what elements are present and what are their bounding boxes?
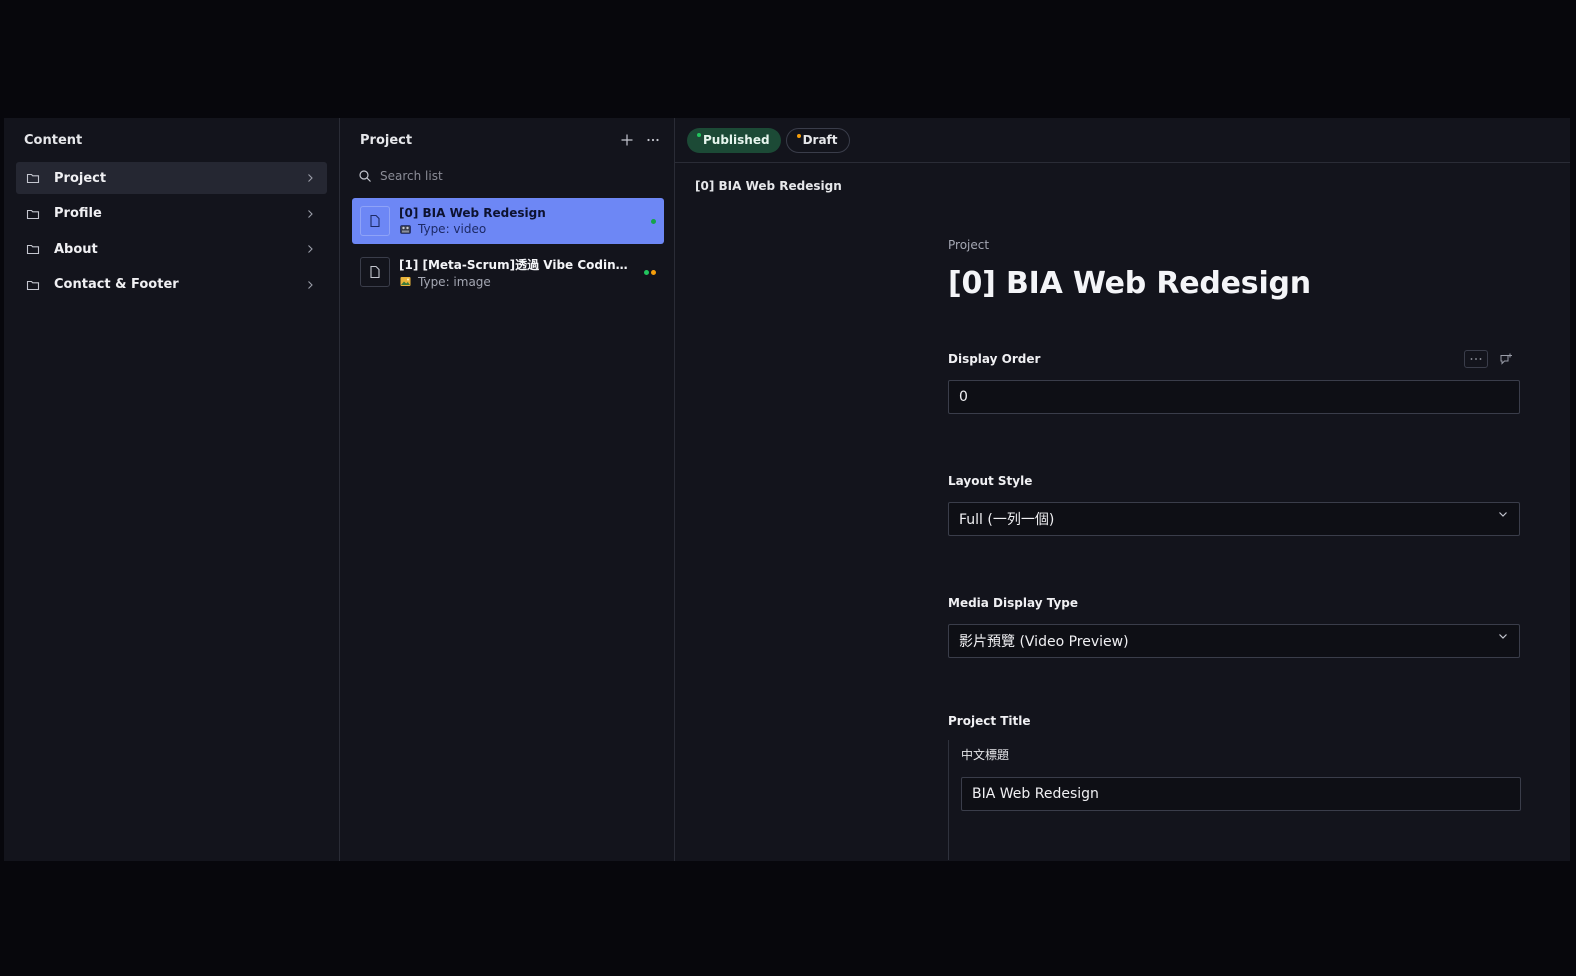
field-more-button[interactable] — [1464, 350, 1488, 368]
search-bar — [352, 162, 664, 190]
studio-app: Content Project Profile About Contact & … — [4, 118, 1570, 861]
nav-item-contact-footer[interactable]: Contact & Footer — [16, 269, 327, 301]
chinese-title-value: BIA Web Redesign — [972, 786, 1099, 802]
media-display-type-label: Media Display Type — [948, 596, 1079, 610]
display-order-input[interactable]: 0 — [948, 380, 1520, 414]
nav-item-label: Project — [54, 170, 107, 186]
layout-style-label: Layout Style — [948, 474, 1033, 488]
nav-item-label: Profile — [54, 206, 102, 221]
comment-add-icon[interactable] — [1494, 350, 1518, 368]
draft-tab[interactable]: Draft — [785, 127, 850, 153]
nav-item-project[interactable]: Project — [16, 162, 327, 194]
draft-label: Draft — [802, 133, 838, 147]
document-pane: Published Draft [0] BIA Web Redesign Pro… — [675, 118, 1570, 861]
field-actions — [1464, 350, 1518, 368]
project-title-label: Project Title — [948, 714, 1031, 728]
list-item-project-0[interactable]: [0] BIA Web Redesign Type: video — [352, 198, 664, 244]
plus-icon[interactable] — [616, 129, 638, 151]
chinese-title-input[interactable]: BIA Web Redesign — [961, 777, 1521, 811]
display-order-value: 0 — [959, 389, 968, 405]
folder-icon — [26, 207, 40, 221]
project-title-field: Project Title 中文標題 BIA Web Redesign — [948, 714, 1521, 860]
layout-style-value: Full (一列一個) — [959, 512, 1055, 528]
list-item-project-1[interactable]: [1] [Meta-Scrum]透過 Vibe Coding 打造... Typ… — [352, 249, 664, 295]
search-icon — [358, 169, 372, 183]
project-list-pane: Project [0] BIA Web Redesign Type: video — [340, 118, 675, 861]
media-display-type-value: 影片預覽 (Video Preview) — [959, 634, 1129, 650]
chevron-down-icon — [1497, 630, 1509, 642]
published-status-dot — [651, 218, 656, 224]
folder-icon — [26, 242, 40, 256]
chevron-down-icon — [1497, 508, 1509, 520]
image-icon — [399, 275, 412, 288]
list-item-title: [0] BIA Web Redesign — [399, 206, 546, 220]
folder-icon — [26, 278, 40, 292]
document-icon — [360, 206, 390, 236]
list-pane-title: Project — [360, 132, 413, 148]
status-bar: Published Draft — [675, 118, 1570, 163]
document-breadcrumb: [0] BIA Web Redesign — [695, 179, 842, 193]
published-status-dot — [644, 269, 649, 275]
published-tab[interactable]: Published — [687, 127, 781, 153]
status-dots — [651, 218, 656, 224]
chinese-title-label: 中文標題 — [961, 748, 1010, 762]
project-title-group: 中文標題 BIA Web Redesign — [948, 740, 1521, 860]
list-header: Project — [352, 118, 664, 162]
draft-dot — [796, 133, 801, 138]
list-item-type: Type: video — [418, 222, 487, 236]
search-input[interactable] — [380, 169, 640, 183]
content-pane-title: Content — [24, 132, 83, 148]
display-order-field: Display Order 0 — [948, 350, 1520, 414]
nav-item-profile[interactable]: Profile — [16, 198, 327, 230]
chevron-right-icon — [305, 280, 315, 290]
chevron-right-icon — [305, 173, 315, 183]
media-display-type-select[interactable]: 影片預覽 (Video Preview) — [948, 624, 1520, 658]
nav-item-label: About — [54, 241, 98, 257]
published-dot — [697, 132, 701, 137]
film-icon — [399, 223, 412, 236]
chevron-right-icon — [305, 209, 315, 219]
page-title: [0] BIA Web Redesign — [948, 266, 1311, 301]
document-type-label: Project — [948, 238, 990, 252]
document-icon — [360, 257, 390, 287]
content-pane: Content Project Profile About Contact & … — [4, 118, 340, 861]
display-order-label: Display Order — [948, 352, 1041, 366]
media-display-type-field: Media Display Type 影片預覽 (Video Preview) — [948, 596, 1520, 658]
document-form: Project [0] BIA Web Redesign Display Ord… — [948, 238, 1521, 860]
chevron-right-icon — [305, 244, 315, 254]
nav-item-label: Contact & Footer — [54, 277, 179, 292]
ellipsis-icon[interactable] — [642, 129, 664, 151]
layout-style-field: Layout Style Full (一列一個) — [948, 474, 1520, 536]
list-item-title: [1] [Meta-Scrum]透過 Vibe Coding 打造... — [399, 257, 636, 272]
list-item-type: Type: image — [418, 274, 491, 289]
layout-style-select[interactable]: Full (一列一個) — [948, 502, 1520, 536]
status-dots — [644, 269, 656, 275]
draft-status-dot — [651, 269, 656, 275]
nav-item-about[interactable]: About — [16, 233, 327, 265]
folder-icon — [26, 171, 40, 185]
published-label: Published — [703, 133, 770, 147]
